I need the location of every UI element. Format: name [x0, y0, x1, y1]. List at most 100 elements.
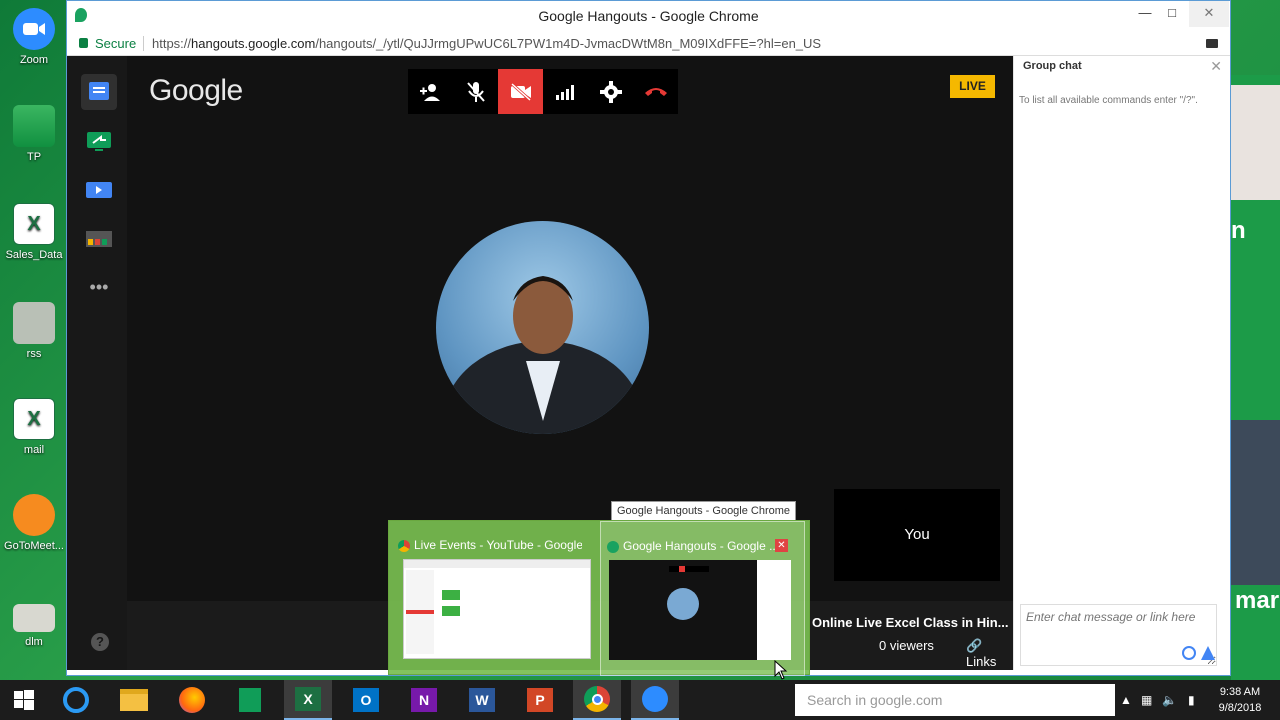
rail-lower-third-button[interactable]: [81, 221, 117, 257]
rail-screenshare-button[interactable]: [81, 123, 117, 159]
desktop-icon-tp[interactable]: TP: [1, 105, 67, 163]
close-thumbnail-button[interactable]: ✕: [775, 539, 788, 552]
address-bar[interactable]: Secure https://hangouts.google.com/hango…: [67, 31, 1230, 56]
taskbar-explorer[interactable]: [110, 680, 158, 720]
desktop-icon-label: rss: [26, 348, 42, 360]
url-text[interactable]: https://hangouts.google.com/hangouts/_/y…: [152, 36, 821, 51]
desktop-icon-label: mail: [23, 444, 45, 456]
mute-microphone-button[interactable]: [453, 69, 498, 114]
taskbar-firefox[interactable]: [168, 680, 216, 720]
self-view-tile[interactable]: You: [834, 489, 1000, 581]
network-icon[interactable]: ▦: [1141, 680, 1152, 720]
excel-file-icon: X: [13, 203, 55, 245]
maximize-button[interactable]: □: [1157, 1, 1187, 27]
gotomeeting-icon: [13, 494, 55, 536]
word-icon: W: [469, 688, 495, 712]
image-file-icon: [13, 604, 55, 632]
desktop-icon-dlm[interactable]: dlm: [1, 604, 67, 648]
excel-file-icon: X: [13, 398, 55, 440]
background-photo: [1231, 85, 1280, 200]
person-photo: [443, 276, 643, 434]
taskbar-excel[interactable]: X: [284, 680, 332, 720]
background-text: mar: [1235, 587, 1280, 614]
thumbnail-youtube[interactable]: Live Events - YouTube - Google ...: [392, 521, 597, 676]
close-window-button[interactable]: ✕: [1189, 1, 1229, 27]
close-chat-icon[interactable]: ✕: [1210, 58, 1222, 75]
firefox-icon: [179, 687, 205, 713]
thumbnail-preview: [403, 559, 591, 659]
bandwidth-button[interactable]: [543, 69, 588, 114]
settings-button[interactable]: [588, 69, 633, 114]
background-window-strip: n mar: [1231, 75, 1280, 685]
camera-off-button[interactable]: [498, 69, 543, 114]
more-apps-icon[interactable]: •••: [81, 269, 117, 305]
folder-icon: [13, 105, 55, 147]
call-toolbar: [408, 69, 678, 114]
invite-people-button[interactable]: [408, 69, 453, 114]
show-hidden-icons[interactable]: ▲: [1120, 680, 1132, 720]
battery-icon[interactable]: ▮: [1188, 680, 1195, 720]
secure-label: Secure: [95, 36, 137, 51]
volume-icon[interactable]: 🔈: [1162, 680, 1177, 720]
taskbar-word[interactable]: W: [458, 680, 506, 720]
thumbnail-label: Google Hangouts - Google ...: [623, 539, 780, 553]
group-chat-panel: Group chat ✕ To list all available comma…: [1013, 56, 1230, 670]
title-bar[interactable]: Google Hangouts - Google Chrome — □ ✕: [67, 1, 1230, 31]
taskbar-onenote[interactable]: N: [400, 680, 448, 720]
viewer-count: 0 viewers: [879, 638, 934, 653]
desktop-icon-sales-data[interactable]: X Sales_Data: [1, 203, 67, 261]
desktop-icon-gotomeeting[interactable]: GoToMeet...: [1, 494, 67, 552]
lower-third-icon: [86, 231, 112, 247]
desktop-icon-label: TP: [26, 151, 42, 163]
taskbar-sheets[interactable]: [226, 680, 274, 720]
minimize-button[interactable]: —: [1130, 1, 1160, 27]
taskbar-search-input[interactable]: Search in google.com: [795, 684, 1115, 716]
desktop-icon-rss[interactable]: rss: [1, 302, 67, 360]
live-badge: LIVE: [950, 75, 995, 98]
add-person-icon: [419, 83, 440, 101]
taskbar-ie[interactable]: [52, 680, 100, 720]
background-photo: [1231, 420, 1280, 585]
video-off-icon: [509, 81, 532, 102]
taskbar-chrome[interactable]: [573, 680, 621, 720]
window-tooltip: Google Hangouts - Google Chrome: [611, 501, 797, 521]
outlook-icon: O: [353, 688, 379, 712]
internet-explorer-icon: [63, 687, 89, 713]
folder-icon: [120, 689, 148, 711]
emoji-icon[interactable]: [1182, 646, 1196, 660]
broadcast-title: Online Live Excel Class in Hin...: [812, 615, 1009, 630]
left-rail: ••• ?: [67, 56, 127, 670]
desktop-icon-mail[interactable]: X mail: [1, 398, 67, 456]
rail-control-room-button[interactable]: [81, 172, 117, 208]
taskbar-outlook[interactable]: O: [342, 680, 390, 720]
start-button[interactable]: [0, 680, 48, 720]
links-button[interactable]: 🔗 Links: [966, 638, 1013, 669]
link-icon: 🔗: [966, 638, 983, 653]
system-clock[interactable]: 9:38 AM 9/8/2018: [1210, 684, 1270, 716]
desktop-icon-zoom[interactable]: Zoom: [1, 8, 67, 66]
thumbnail-preview: [609, 560, 791, 660]
onenote-icon: N: [411, 688, 437, 712]
help-icon[interactable]: ?: [91, 633, 109, 651]
mouse-cursor-icon: [774, 660, 788, 680]
window-title: Google Hangouts - Google Chrome: [538, 8, 759, 24]
clock-date: 9/8/2018: [1218, 702, 1262, 714]
spreadsheet-icon: [239, 688, 261, 712]
image-file-icon: [13, 302, 55, 344]
taskbar-zoom[interactable]: [631, 680, 679, 720]
chrome-icon: [584, 686, 610, 712]
lock-icon: [79, 38, 88, 48]
desktop-icon-label: Zoom: [19, 54, 49, 66]
taskbar: X O N W P Search in google.com ▲ ▦ 🔈 ▮ 9…: [0, 680, 1280, 720]
taskbar-thumbnail-popup: Live Events - YouTube - Google ... Googl…: [388, 520, 810, 676]
windows-icon: [14, 690, 34, 710]
thumbnail-hangouts[interactable]: Google Hangouts - Google ... ✕: [600, 521, 805, 676]
rail-chat-button[interactable]: [81, 74, 117, 110]
excel-icon: X: [295, 687, 321, 711]
screenshare-icon: [87, 132, 111, 151]
end-call-button[interactable]: [633, 69, 678, 114]
desktop-icon-label: dlm: [25, 636, 43, 648]
camera-indicator-icon[interactable]: [1206, 39, 1218, 48]
taskbar-powerpoint[interactable]: P: [516, 680, 564, 720]
chat-icon: [89, 82, 109, 100]
